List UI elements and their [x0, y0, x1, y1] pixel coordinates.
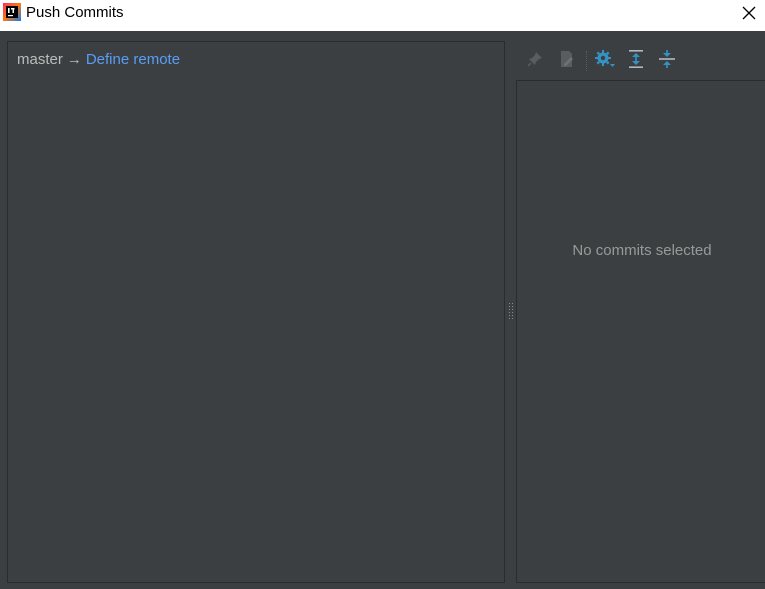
pin-icon	[526, 50, 544, 72]
branch-row: master → Define remote	[17, 51, 180, 68]
dialog-content: master → Define remote No commits select…	[0, 31, 765, 589]
splitter-handle[interactable]	[507, 301, 515, 323]
collapse-all-icon	[658, 49, 676, 73]
settings-icon	[594, 49, 616, 73]
expand-all-button[interactable]	[624, 49, 648, 73]
commits-tree-panel[interactable]: master → Define remote	[7, 41, 505, 583]
edit-icon	[558, 50, 576, 72]
close-icon	[742, 5, 756, 24]
settings-button[interactable]	[593, 49, 617, 73]
details-toolbar	[516, 43, 765, 79]
intellij-app-icon	[3, 3, 21, 21]
title-bar: Push Commits	[0, 0, 765, 31]
define-remote-link[interactable]: Define remote	[86, 51, 180, 68]
collapse-all-button[interactable]	[655, 49, 679, 73]
empty-state-message: No commits selected	[572, 242, 712, 259]
pin-button[interactable]	[523, 49, 547, 73]
expand-all-icon	[627, 49, 645, 73]
window-title: Push Commits	[26, 4, 124, 21]
push-arrow: →	[66, 51, 82, 68]
edit-source-button[interactable]	[555, 49, 579, 73]
close-button[interactable]	[733, 0, 765, 28]
local-branch-name: master	[17, 51, 63, 68]
commit-details-panel: No commits selected	[516, 80, 765, 583]
toolbar-separator	[586, 51, 588, 71]
